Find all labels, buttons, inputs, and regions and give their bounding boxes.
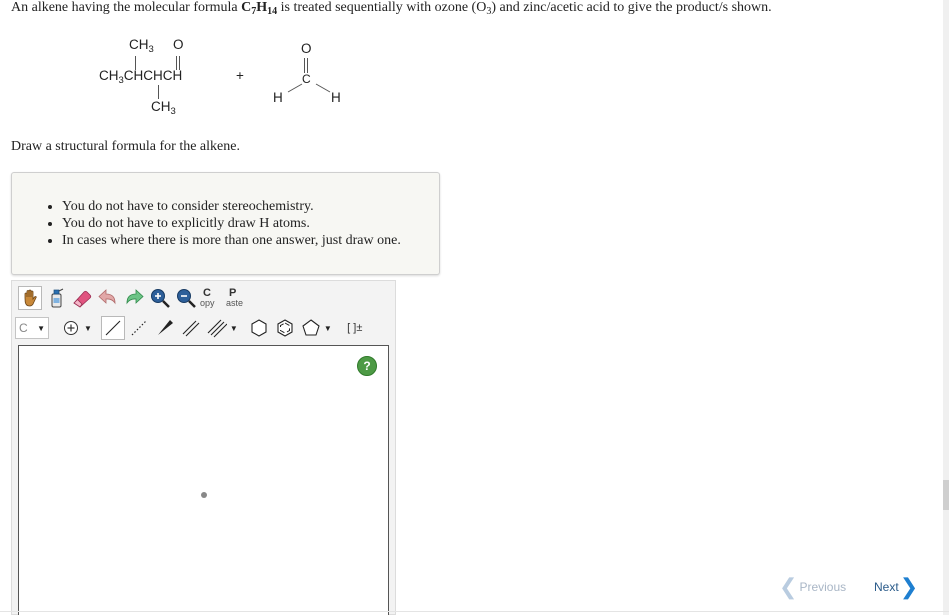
formaldehyde-h-right-label: H (331, 90, 341, 105)
hint-item: You do not have to explicitly draw H ato… (62, 215, 401, 232)
double-bond-icon[interactable] (179, 316, 203, 340)
main-chain-label: CH3CHCHCH (99, 68, 183, 86)
eraser-icon[interactable] (70, 286, 94, 310)
triple-bond-icon[interactable] (205, 316, 229, 340)
hint-item: You do not have to consider stereochemis… (62, 198, 401, 215)
previous-label: Previous (799, 580, 847, 594)
formaldehyde-h-left-label: H (273, 90, 283, 105)
benzene-icon[interactable] (273, 316, 297, 340)
eraser-bottle-icon[interactable] (44, 286, 68, 310)
scrollbar[interactable] (943, 0, 949, 615)
chevron-left-icon: ❮ (779, 574, 798, 599)
hints-box: You do not have to consider stereochemis… (11, 172, 440, 275)
carbonyl-oxygen-label: O (173, 37, 184, 52)
paste-button[interactable]: P aste (226, 287, 250, 309)
hints-list: You do not have to consider stereochemis… (12, 198, 401, 249)
redo-icon[interactable] (122, 286, 146, 310)
previous-button[interactable]: ❮ Previous (779, 574, 847, 599)
question-text: An alkene having the molecular formula C… (11, 0, 772, 17)
chevron-right-icon: ❯ (899, 574, 919, 599)
hand-icon[interactable] (18, 286, 42, 310)
charge-bracket-label: [ ]± (347, 322, 363, 334)
single-bond-icon[interactable] (100, 316, 125, 340)
cyclopentane-icon[interactable] (299, 316, 323, 340)
canvas-cursor-dot (201, 492, 207, 498)
help-icon[interactable]: ? (357, 356, 377, 376)
zoom-in-icon[interactable] (148, 286, 172, 310)
plus-sign: + (236, 68, 244, 83)
single-bond-line (158, 85, 159, 99)
toolbar-row-1: C opy P aste (18, 285, 252, 311)
chevron-down-icon[interactable]: ▼ (324, 324, 332, 333)
element-selector-value: C (19, 321, 28, 335)
copy-button-label: opy (200, 298, 215, 308)
element-selector[interactable]: C ▼ (15, 317, 49, 339)
undo-icon[interactable] (96, 286, 120, 310)
formaldehyde-oxygen-label: O (301, 41, 312, 56)
charge-bracket-tool[interactable]: [ ]± (341, 316, 369, 340)
chevron-down-icon[interactable]: ▼ (230, 324, 238, 333)
zoom-out-icon[interactable] (174, 286, 198, 310)
double-bond-line (304, 58, 308, 73)
toolbar-row-2: C ▼ ▼ ▼ ▼ []± (15, 315, 371, 341)
divider (0, 611, 949, 612)
next-label: Next (874, 580, 899, 594)
top-methyl-label: CH3 (129, 37, 154, 55)
scrollbar-thumb[interactable] (943, 480, 949, 510)
copy-button-letter: C (203, 287, 211, 299)
paste-button-label: aste (226, 298, 244, 308)
paste-button-letter: P (229, 287, 237, 299)
bottom-methyl-label: CH3 (151, 99, 176, 117)
copy-button[interactable]: C opy (200, 287, 224, 309)
next-button[interactable]: Next ❯ (874, 574, 919, 599)
wedge-bond-icon[interactable] (153, 316, 177, 340)
chevron-down-icon[interactable]: ▼ (84, 324, 92, 333)
dashed-bond-icon[interactable] (127, 316, 151, 340)
chevron-down-icon: ▼ (37, 323, 45, 333)
instruction-text: Draw a structural formula for the alkene… (11, 139, 240, 154)
charge-icon[interactable] (59, 316, 83, 340)
cyclohexane-icon[interactable] (247, 316, 271, 340)
hint-item: In cases where there is more than one an… (62, 232, 401, 249)
drawing-canvas[interactable]: ? (18, 345, 389, 615)
